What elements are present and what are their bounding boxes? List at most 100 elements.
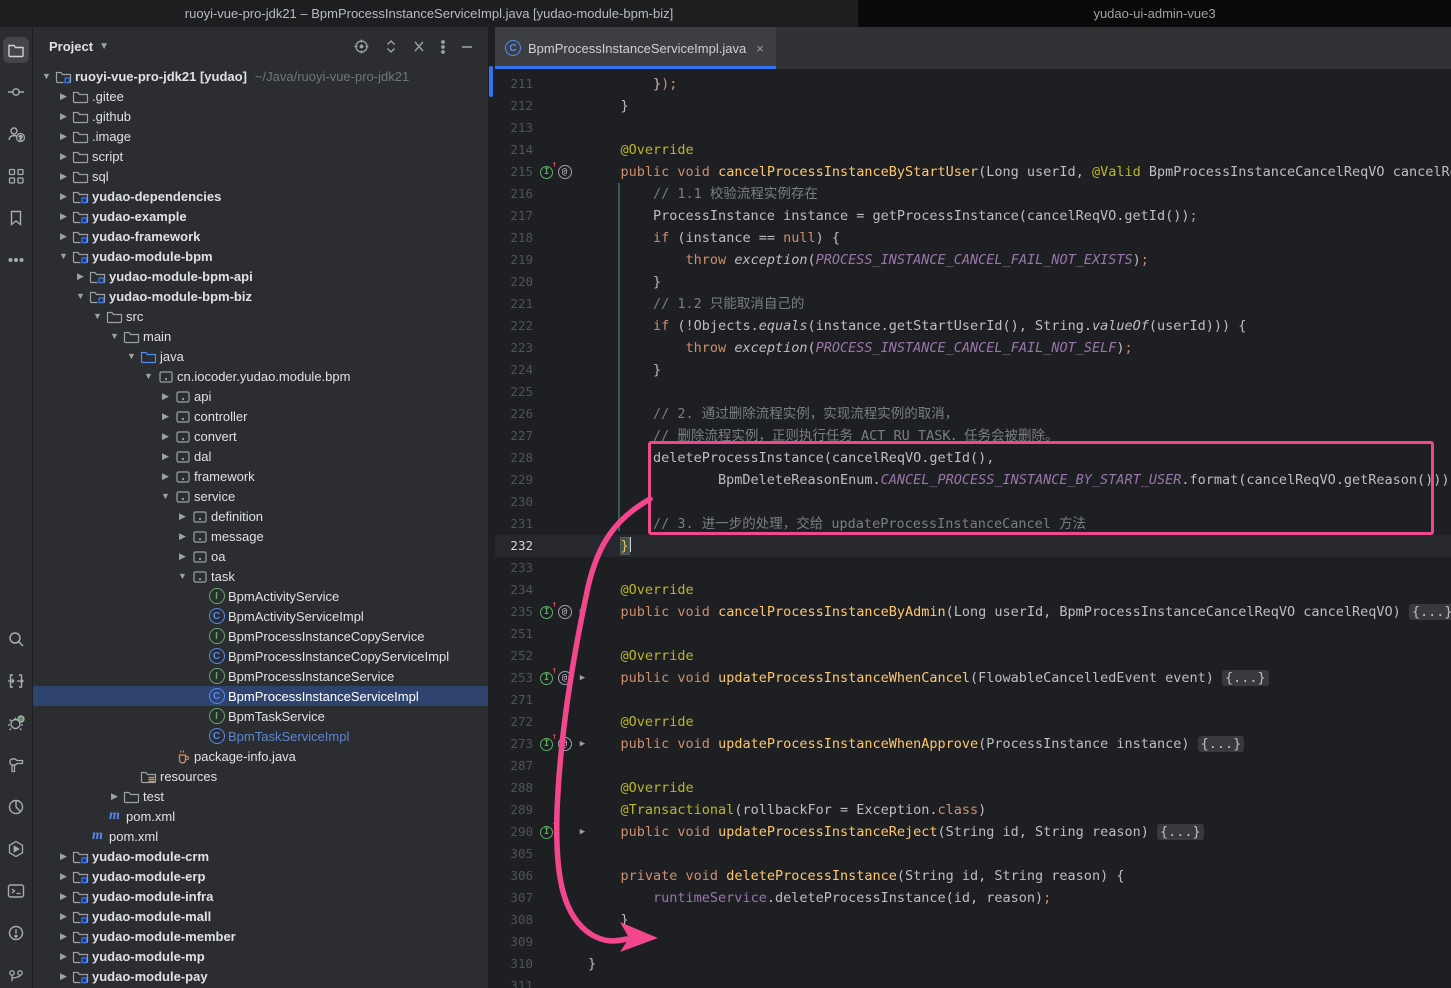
chevron-down-icon[interactable]: ▼ [99, 41, 109, 52]
tree-item[interactable]: ▶yudao-example [33, 206, 488, 226]
code-line[interactable]: 226 // 2. 通过删除流程实例，实现流程实例的取消， [495, 403, 1451, 425]
chevron-collapsed-icon[interactable]: ▶ [158, 411, 173, 422]
chevron-expanded-icon[interactable]: ▼ [56, 251, 71, 261]
chevron-expanded-icon[interactable]: ▼ [158, 491, 173, 501]
chevron-expanded-icon[interactable]: ▼ [124, 351, 139, 361]
expand-all-icon[interactable] [384, 38, 398, 55]
tree-item[interactable]: ▶.image [33, 126, 488, 146]
chevron-collapsed-icon[interactable]: ▶ [158, 391, 173, 402]
code-line[interactable]: 228 deleteProcessInstance(cancelReqVO.ge… [495, 447, 1451, 469]
chevron-collapsed-icon[interactable]: ▶ [56, 871, 71, 882]
panel-splitter[interactable] [488, 27, 495, 988]
code-editor[interactable]: 211 });212 }213214 @Override215I↑@ publi… [495, 69, 1451, 988]
code-line[interactable]: 232 } [495, 535, 1451, 557]
code-line[interactable]: 253I↑@▶ public void updateProcessInstanc… [495, 667, 1451, 689]
problems-icon[interactable] [3, 920, 29, 946]
code-line[interactable]: 219 throw exception(PROCESS_INSTANCE_CAN… [495, 249, 1451, 271]
locate-file-icon[interactable] [353, 38, 370, 55]
code-line[interactable]: 234 @Override [495, 579, 1451, 601]
code-line[interactable]: 307 runtimeService.deleteProcessInstance… [495, 887, 1451, 909]
tree-item[interactable]: ▶yudao-module-mall [33, 906, 488, 926]
build-icon[interactable] [3, 752, 29, 778]
terminal-icon[interactable] [3, 878, 29, 904]
search-icon[interactable] [3, 626, 29, 652]
chevron-collapsed-icon[interactable]: ▶ [175, 551, 190, 562]
collapse-all-icon[interactable] [412, 39, 426, 54]
code-line[interactable]: 288 @Override [495, 777, 1451, 799]
chevron-collapsed-icon[interactable]: ▶ [56, 931, 71, 942]
tree-item[interactable]: ▶api [33, 386, 488, 406]
chevron-collapsed-icon[interactable]: ▶ [158, 471, 173, 482]
code-line[interactable]: 217 ProcessInstance instance = getProces… [495, 205, 1451, 227]
tree-item[interactable]: mpom.xml [33, 826, 488, 846]
overrides-method-icon[interactable]: I↑ [539, 825, 554, 840]
annotation-gutter-icon[interactable]: @ [557, 671, 572, 686]
overrides-method-icon[interactable]: I↑ [539, 605, 554, 620]
chevron-collapsed-icon[interactable]: ▶ [56, 891, 71, 902]
tree-item[interactable]: ▶yudao-module-member [33, 926, 488, 946]
overrides-method-icon[interactable]: I↑ [539, 165, 554, 180]
tree-item[interactable]: ▼cn.iocoder.yudao.module.bpm [33, 366, 488, 386]
code-line[interactable]: 225 [495, 381, 1451, 403]
chevron-collapsed-icon[interactable]: ▶ [56, 951, 71, 962]
chevron-collapsed-icon[interactable]: ▶ [56, 851, 71, 862]
tree-item[interactable]: ▶sql [33, 166, 488, 186]
chevron-expanded-icon[interactable]: ▼ [39, 71, 54, 81]
tree-item[interactable]: ▶definition [33, 506, 488, 526]
tree-item[interactable]: ▼java [33, 346, 488, 366]
tree-item[interactable]: mpom.xml [33, 806, 488, 826]
pull-requests-icon[interactable]: ? [3, 121, 29, 147]
tree-item[interactable]: CBpmTaskServiceImpl [33, 726, 488, 746]
chevron-collapsed-icon[interactable]: ▶ [158, 431, 173, 442]
code-line[interactable]: 306 private void deleteProcessInstance(S… [495, 865, 1451, 887]
chevron-collapsed-icon[interactable]: ▶ [175, 531, 190, 542]
tree-item[interactable]: ▶script [33, 146, 488, 166]
debug-icon[interactable] [3, 710, 29, 736]
version-control-icon[interactable] [3, 962, 29, 988]
chevron-collapsed-icon[interactable]: ▶ [56, 151, 71, 162]
tree-item[interactable]: ▼service [33, 486, 488, 506]
chevron-collapsed-icon[interactable]: ▶ [56, 211, 71, 222]
tree-item[interactable]: ▶.gitee [33, 86, 488, 106]
fold-chevron-icon[interactable]: ▶ [575, 737, 590, 752]
tree-item[interactable]: ▶convert [33, 426, 488, 446]
tree-item[interactable]: CBpmProcessInstanceServiceImpl [33, 686, 488, 706]
chevron-collapsed-icon[interactable]: ▶ [56, 171, 71, 182]
code-line[interactable]: 220 } [495, 271, 1451, 293]
chevron-collapsed-icon[interactable]: ▶ [73, 271, 88, 282]
tree-item[interactable]: ▼yudao-module-bpm [33, 246, 488, 266]
code-line[interactable]: 230 [495, 491, 1451, 513]
chevron-collapsed-icon[interactable]: ▶ [56, 131, 71, 142]
fold-chevron-icon[interactable]: ▶ [575, 825, 590, 840]
code-line[interactable]: 289 @Transactional(rollbackFor = Excepti… [495, 799, 1451, 821]
tree-item[interactable]: package-info.java [33, 746, 488, 766]
tree-item[interactable]: resources [33, 766, 488, 786]
code-line[interactable]: 235I↑@▶ public void cancelProcessInstanc… [495, 601, 1451, 623]
close-tab-icon[interactable]: × [756, 41, 764, 56]
overrides-method-icon[interactable]: I↑ [539, 671, 554, 686]
commit-icon[interactable] [3, 79, 29, 105]
code-line[interactable]: 287 [495, 755, 1451, 777]
code-line[interactable]: 224 } [495, 359, 1451, 381]
bookmarks-icon[interactable] [3, 205, 29, 231]
chevron-expanded-icon[interactable]: ▼ [90, 311, 105, 321]
chevron-collapsed-icon[interactable]: ▶ [56, 91, 71, 102]
chevron-collapsed-icon[interactable]: ▶ [175, 511, 190, 522]
chevron-collapsed-icon[interactable]: ▶ [56, 971, 71, 982]
tree-item[interactable]: ▶oa [33, 546, 488, 566]
chevron-collapsed-icon[interactable]: ▶ [56, 191, 71, 202]
run-icon[interactable] [3, 668, 29, 694]
code-line[interactable]: 223 throw exception(PROCESS_INSTANCE_CAN… [495, 337, 1451, 359]
code-line[interactable]: 251 [495, 623, 1451, 645]
tree-item[interactable]: ▼ruoyi-vue-pro-jdk21 [yudao]~/Java/ruoyi… [33, 66, 488, 86]
tree-item[interactable]: ▼src [33, 306, 488, 326]
tree-item[interactable]: IBpmTaskService [33, 706, 488, 726]
code-line[interactable]: 271 [495, 689, 1451, 711]
chevron-collapsed-icon[interactable]: ▶ [56, 911, 71, 922]
tree-item[interactable]: ▶yudao-module-pay [33, 966, 488, 986]
fold-chevron-icon[interactable]: ▶ [575, 605, 590, 620]
tree-item[interactable]: ▼task [33, 566, 488, 586]
code-line[interactable]: 212 } [495, 95, 1451, 117]
code-line[interactable]: 221 // 1.2 只能取消自己的 [495, 293, 1451, 315]
splitter-scroll-thumb[interactable] [489, 66, 493, 97]
